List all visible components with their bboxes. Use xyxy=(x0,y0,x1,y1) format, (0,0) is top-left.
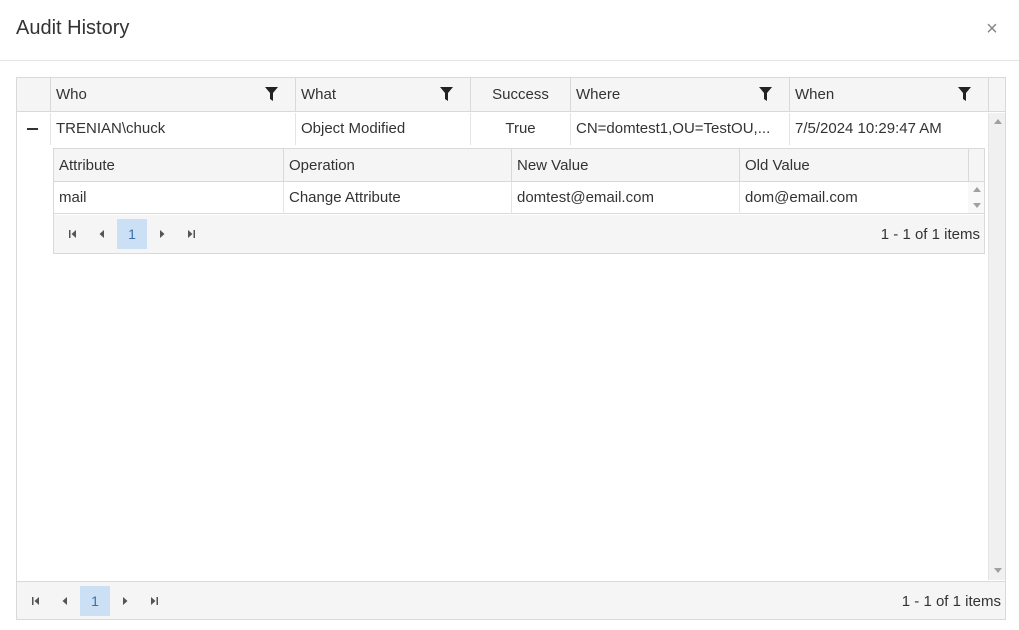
detail-column-header-new-value[interactable]: New Value xyxy=(511,149,739,182)
expand-column-header xyxy=(17,78,50,112)
column-header-label: New Value xyxy=(517,157,589,174)
detail-column-header-old-value[interactable]: Old Value xyxy=(739,149,968,182)
detail-table-row[interactable]: mail Change Attribute domtest@email.com … xyxy=(54,182,968,214)
next-page-button[interactable] xyxy=(151,215,173,253)
cell-new-value: domtest@email.com xyxy=(511,182,739,214)
pager-info: 1 - 1 of 1 items xyxy=(880,226,980,243)
next-page-icon xyxy=(160,230,165,238)
previous-page-button[interactable] xyxy=(54,582,76,620)
close-icon[interactable]: × xyxy=(985,19,999,39)
first-page-button[interactable] xyxy=(25,582,47,620)
detail-column-header-attribute[interactable]: Attribute xyxy=(54,149,283,182)
column-header-where[interactable]: Where xyxy=(570,78,789,112)
column-header-label: What xyxy=(301,86,337,103)
column-header-what[interactable]: What xyxy=(295,78,470,112)
column-header-when[interactable]: When xyxy=(789,78,988,112)
column-header-label: Attribute xyxy=(59,157,115,174)
cell-old-value: dom@email.com xyxy=(739,182,968,214)
cell-text: CN=domtest1,OU=TestOU,... xyxy=(576,120,771,137)
column-header-label: Operation xyxy=(289,157,355,174)
expand-cell[interactable] xyxy=(17,113,50,145)
cell-text: mail xyxy=(59,189,87,206)
cell-where: CN=domtest1,OU=TestOU,... xyxy=(570,113,789,145)
last-page-icon xyxy=(151,597,158,605)
dialog-header: Audit History × xyxy=(0,0,1019,61)
grid-header: Who What Success Where When xyxy=(17,78,988,112)
filter-icon[interactable] xyxy=(759,87,772,101)
cell-attribute: mail xyxy=(54,182,283,214)
last-page-icon xyxy=(188,230,195,238)
cell-text: dom@email.com xyxy=(745,189,858,206)
cell-text: TRENIAN\chuck xyxy=(56,120,166,137)
audit-grid: Who What Success Where When TRENIAN\chuc… xyxy=(16,77,1006,620)
column-header-label: Where xyxy=(576,86,621,103)
next-page-button[interactable] xyxy=(114,582,136,620)
cell-text: Object Modified xyxy=(301,120,406,137)
scroll-down-icon[interactable] xyxy=(973,203,981,208)
pager-info: 1 - 1 of 1 items xyxy=(901,593,1001,610)
dialog-title: Audit History xyxy=(16,17,130,39)
column-header-label: Success xyxy=(492,86,549,103)
column-header-success[interactable]: Success xyxy=(470,78,570,112)
filter-icon[interactable] xyxy=(265,87,278,101)
cell-text: Change Attribute xyxy=(289,189,401,206)
scroll-up-icon[interactable] xyxy=(994,119,1002,124)
first-page-icon xyxy=(32,597,39,605)
cell-text: True xyxy=(505,120,536,137)
next-page-icon xyxy=(123,597,128,605)
grid-pager: 1 1 - 1 of 1 items xyxy=(17,581,1005,619)
detail-grid: Attribute Operation New Value Old Value … xyxy=(53,148,985,254)
scroll-down-icon[interactable] xyxy=(994,568,1002,573)
filter-icon[interactable] xyxy=(958,87,971,101)
page-number-button[interactable]: 1 xyxy=(80,586,110,616)
scroll-up-icon[interactable] xyxy=(973,187,981,192)
collapse-icon[interactable] xyxy=(27,128,38,130)
detail-pager: 1 1 - 1 of 1 items xyxy=(54,215,984,253)
cell-success: True xyxy=(470,113,570,145)
header-scroll-spacer xyxy=(988,78,1005,112)
table-row[interactable]: TRENIAN\chuck Object Modified True CN=do… xyxy=(17,113,988,145)
page-number-button[interactable]: 1 xyxy=(117,219,147,249)
previous-page-button[interactable] xyxy=(91,215,113,253)
column-header-label: Old Value xyxy=(745,157,810,174)
cell-text: 7/5/2024 10:29:47 AM xyxy=(795,120,942,137)
first-page-button[interactable] xyxy=(62,215,84,253)
last-page-button[interactable] xyxy=(143,582,165,620)
first-page-icon xyxy=(69,230,76,238)
column-header-label: Who xyxy=(56,86,87,103)
detail-header-scroll-spacer xyxy=(968,149,984,182)
detail-scrollbar[interactable] xyxy=(968,182,984,214)
column-header-who[interactable]: Who xyxy=(50,78,295,112)
previous-page-icon xyxy=(62,597,67,605)
last-page-button[interactable] xyxy=(180,215,202,253)
previous-page-icon xyxy=(99,230,104,238)
cell-text: domtest@email.com xyxy=(517,189,654,206)
filter-icon[interactable] xyxy=(440,87,453,101)
cell-what: Object Modified xyxy=(295,113,470,145)
cell-operation: Change Attribute xyxy=(283,182,511,214)
detail-column-header-operation[interactable]: Operation xyxy=(283,149,511,182)
detail-grid-header: Attribute Operation New Value Old Value xyxy=(54,149,968,182)
cell-who: TRENIAN\chuck xyxy=(50,113,295,145)
grid-scrollbar[interactable] xyxy=(988,113,1005,580)
cell-when: 7/5/2024 10:29:47 AM xyxy=(789,113,988,145)
column-header-label: When xyxy=(795,86,835,103)
